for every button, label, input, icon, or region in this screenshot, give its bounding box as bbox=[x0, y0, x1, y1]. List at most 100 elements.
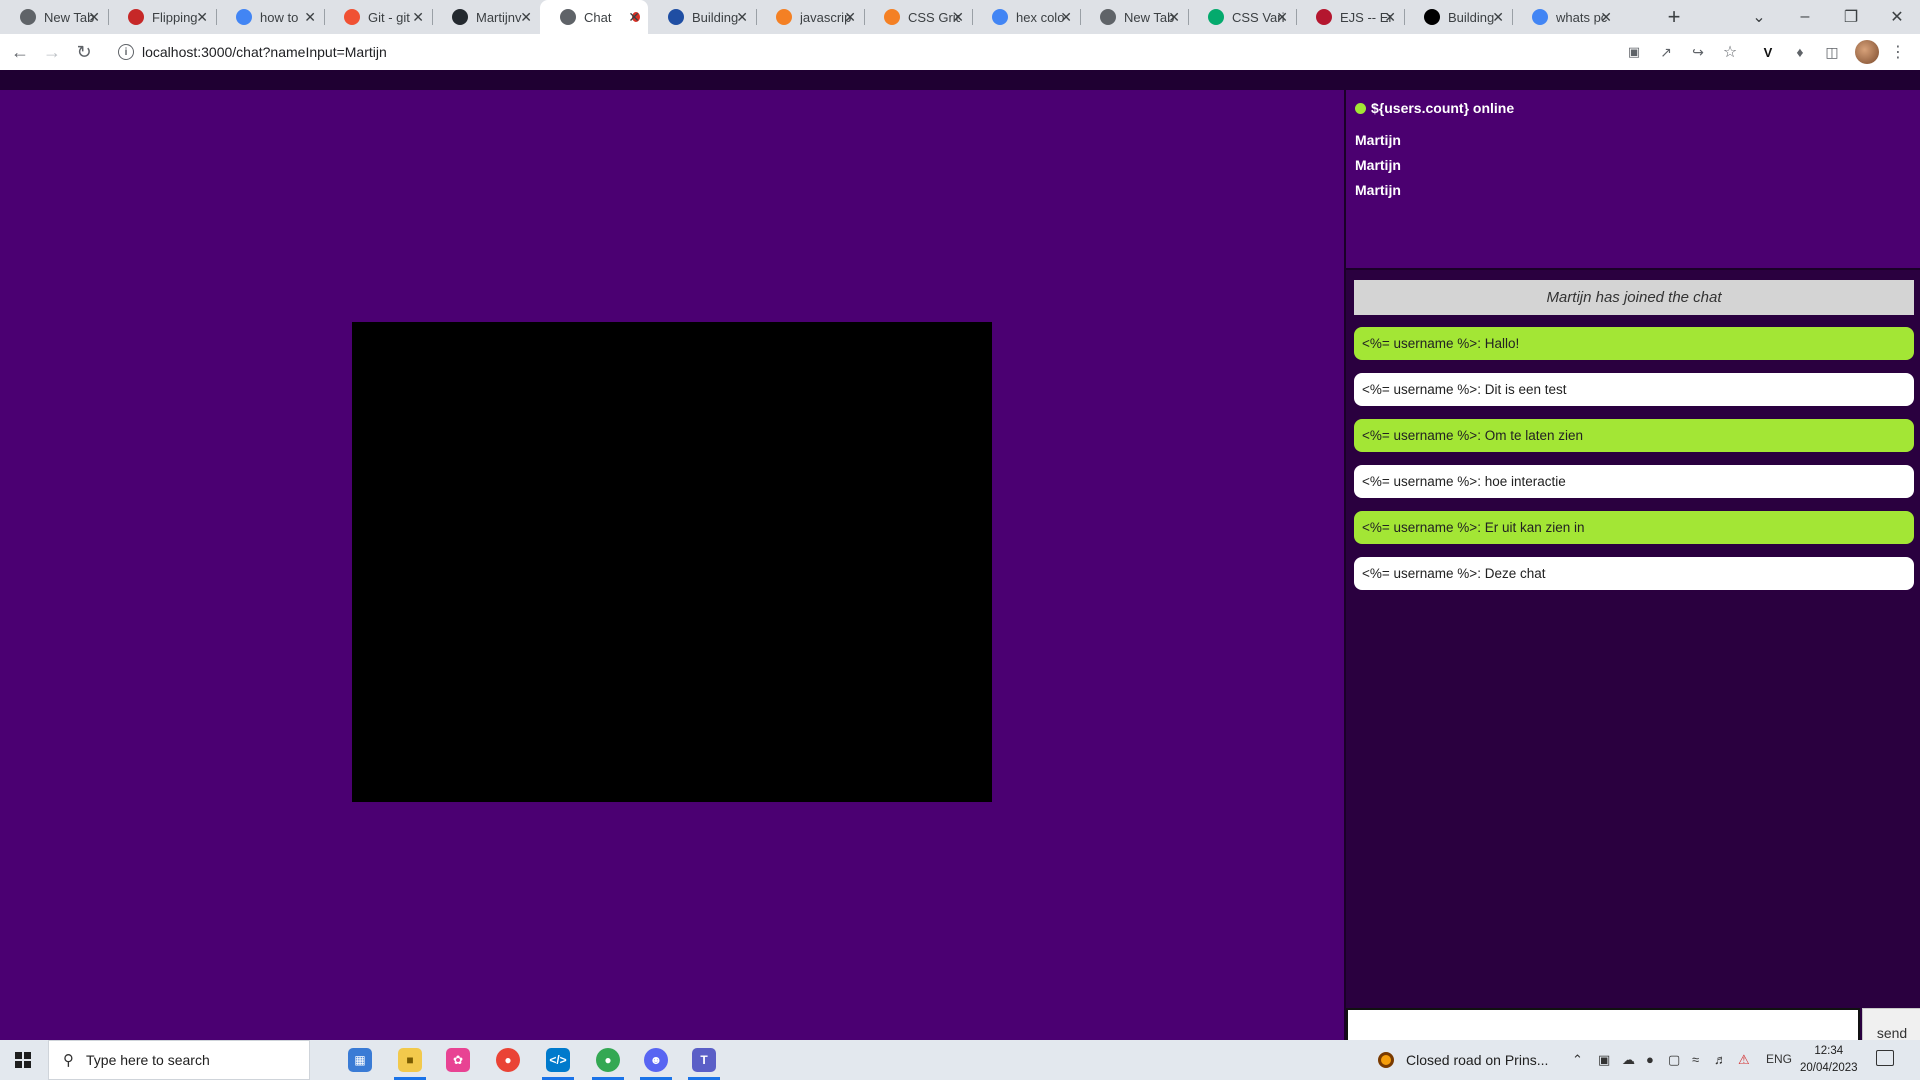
browser-tab[interactable]: whats pc ✕ bbox=[1512, 0, 1620, 34]
close-tab-icon[interactable]: ✕ bbox=[520, 9, 532, 26]
discord-icon[interactable]: ☻ bbox=[644, 1048, 668, 1072]
close-tab-icon[interactable]: ✕ bbox=[1384, 9, 1396, 26]
close-tab-icon[interactable]: ✕ bbox=[304, 9, 316, 26]
onedrive-icon[interactable]: ☁ bbox=[1622, 1052, 1635, 1068]
tray-expand-icon[interactable]: ⌃ bbox=[1572, 1052, 1583, 1068]
page-header-bar bbox=[0, 70, 1920, 90]
browser-tab[interactable]: Building ✕ bbox=[648, 0, 756, 34]
volume-icon[interactable]: ♬ bbox=[1714, 1052, 1727, 1067]
tab-separator bbox=[1188, 9, 1189, 25]
open-external-icon[interactable]: ↗ bbox=[1654, 40, 1678, 64]
profile-avatar[interactable] bbox=[1855, 40, 1879, 64]
tab-search-icon[interactable]: ⌄ bbox=[1736, 0, 1782, 34]
close-window-icon[interactable]: ✕ bbox=[1874, 0, 1920, 34]
chat-message: <%= username %>: hoe interactie bbox=[1354, 465, 1914, 498]
close-tab-icon[interactable]: ✕ bbox=[1492, 9, 1504, 26]
start-button[interactable] bbox=[0, 1040, 46, 1080]
menu-dots-icon[interactable]: ⋮ bbox=[1886, 40, 1910, 64]
online-users-panel: ${users.count} online Martijn Martijn Ma… bbox=[1346, 90, 1920, 270]
vscode-icon[interactable]: </> bbox=[546, 1048, 570, 1072]
browser-tab[interactable]: javascrip ✕ bbox=[756, 0, 864, 34]
browser-tab[interactable]: Flipping ✕ bbox=[108, 0, 216, 34]
tab-separator bbox=[324, 9, 325, 25]
video-canvas bbox=[352, 322, 992, 802]
creative-cloud-icon[interactable]: ✿ bbox=[446, 1048, 470, 1072]
close-tab-icon[interactable]: ✕ bbox=[736, 9, 748, 26]
chrome-profile-icon[interactable]: ● bbox=[596, 1048, 620, 1072]
news-widget[interactable]: Closed road on Prins... bbox=[1378, 1040, 1548, 1080]
notifications-icon[interactable] bbox=[1876, 1050, 1894, 1066]
search-icon: ⚲ bbox=[63, 1052, 74, 1069]
close-tab-icon[interactable]: ✕ bbox=[88, 9, 100, 26]
google-icon bbox=[992, 9, 1008, 25]
close-tab-icon[interactable]: ✕ bbox=[952, 9, 964, 26]
browser-tab[interactable]: how to ✕ bbox=[216, 0, 324, 34]
display-icon[interactable]: ▢ bbox=[1668, 1052, 1680, 1068]
w3schools-icon bbox=[1208, 9, 1224, 25]
microphone-icon[interactable]: ● bbox=[1646, 1052, 1654, 1067]
chrome-icon bbox=[20, 9, 36, 25]
browser-tab[interactable]: New Tab ✕ bbox=[0, 0, 108, 34]
browser-tab[interactable]: EJS -- Er ✕ bbox=[1296, 0, 1404, 34]
chat-page: ${users.count} online Martijn Martijn Ma… bbox=[0, 70, 1920, 1058]
codesandbox-icon bbox=[668, 9, 684, 25]
sidepanel-icon[interactable]: ◫ bbox=[1820, 40, 1844, 64]
close-tab-icon[interactable]: ✕ bbox=[1060, 9, 1072, 26]
meet-now-icon[interactable]: ▣ bbox=[1598, 1052, 1610, 1068]
chrome-icon[interactable]: ● bbox=[496, 1048, 520, 1072]
taskbar-search[interactable]: ⚲ Type here to search bbox=[48, 1040, 310, 1080]
close-tab-icon[interactable]: ✕ bbox=[844, 9, 856, 26]
reload-icon[interactable]: ↻ bbox=[72, 40, 96, 64]
close-tab-icon[interactable]: ✕ bbox=[1276, 9, 1288, 26]
browser-tab[interactable]: CSS Vari ✕ bbox=[1188, 0, 1296, 34]
back-icon[interactable]: ← bbox=[8, 40, 32, 64]
browser-tab[interactable]: Git - git ✕ bbox=[324, 0, 432, 34]
new-tab-button[interactable]: + bbox=[1662, 0, 1686, 34]
extension-v-icon[interactable]: V bbox=[1756, 40, 1780, 64]
network-alert-icon[interactable]: ⚠ bbox=[1738, 1052, 1750, 1068]
browser-tab[interactable]: Building ✕ bbox=[1404, 0, 1512, 34]
tab-separator bbox=[216, 9, 217, 25]
close-tab-icon[interactable]: ✕ bbox=[1168, 9, 1180, 26]
close-tab-icon[interactable]: ✕ bbox=[628, 9, 640, 26]
minimize-icon[interactable]: – bbox=[1782, 0, 1828, 34]
message-list: Martijn has joined the chat <%= username… bbox=[1354, 280, 1914, 603]
wifi-icon[interactable]: ≈ bbox=[1692, 1052, 1699, 1067]
share-icon[interactable]: ↪ bbox=[1686, 40, 1710, 64]
browser-tab[interactable]: hex colo ✕ bbox=[972, 0, 1080, 34]
camera-icon[interactable]: ▣ bbox=[1622, 40, 1646, 64]
browser-tab[interactable]: Chat ✕ bbox=[540, 0, 648, 34]
address-bar[interactable]: i localhost:3000/chat?nameInput=Martijn bbox=[110, 38, 1590, 66]
close-tab-icon[interactable]: ✕ bbox=[412, 9, 424, 26]
browser-toolbar: ← → ↻ i localhost:3000/chat?nameInput=Ma… bbox=[0, 34, 1920, 70]
search-placeholder: Type here to search bbox=[86, 1052, 210, 1068]
flip-icon bbox=[128, 9, 144, 25]
online-status: ${users.count} online bbox=[1355, 100, 1514, 116]
tab-separator bbox=[756, 9, 757, 25]
close-tab-icon[interactable]: ✕ bbox=[196, 9, 208, 26]
teams-icon[interactable]: T bbox=[692, 1048, 716, 1072]
close-tab-icon[interactable]: ✕ bbox=[1600, 9, 1612, 26]
language-indicator[interactable]: ENG bbox=[1766, 1052, 1792, 1066]
clock-time: 12:34 bbox=[1814, 1045, 1844, 1057]
system-clock[interactable]: 12:34 20/04/2023 bbox=[1800, 1043, 1858, 1077]
clock-date: 20/04/2023 bbox=[1800, 1062, 1858, 1074]
tab-separator bbox=[972, 9, 973, 25]
google-icon bbox=[1532, 9, 1548, 25]
maximize-icon[interactable]: ❐ bbox=[1828, 0, 1874, 34]
task-view-icon[interactable]: ▦ bbox=[348, 1048, 372, 1072]
browser-tab[interactable]: Martijnv ✕ bbox=[432, 0, 540, 34]
git-icon bbox=[344, 9, 360, 25]
chat-sidebar: ${users.count} online Martijn Martijn Ma… bbox=[1344, 90, 1920, 1058]
extensions-puzzle-icon[interactable]: ♦ bbox=[1788, 40, 1812, 64]
browser-tab[interactable]: New Tab ✕ bbox=[1080, 0, 1188, 34]
windows-taskbar: ⚲ Type here to search ▦ ■ ✿ ● </> ● ☻ T … bbox=[0, 1040, 1920, 1080]
tab-separator bbox=[432, 9, 433, 25]
browser-tab-strip: New Tab ✕ Flipping ✕ how to ✕ Git - git ✕ Martij… bbox=[0, 0, 1920, 34]
bookmark-star-icon[interactable]: ☆ bbox=[1718, 40, 1742, 64]
browser-tab[interactable]: CSS Grid ✕ bbox=[864, 0, 972, 34]
file-explorer-icon[interactable]: ■ bbox=[398, 1048, 422, 1072]
chrome-icon bbox=[560, 9, 576, 25]
forward-icon[interactable]: → bbox=[40, 40, 64, 64]
info-icon[interactable]: i bbox=[118, 44, 134, 60]
